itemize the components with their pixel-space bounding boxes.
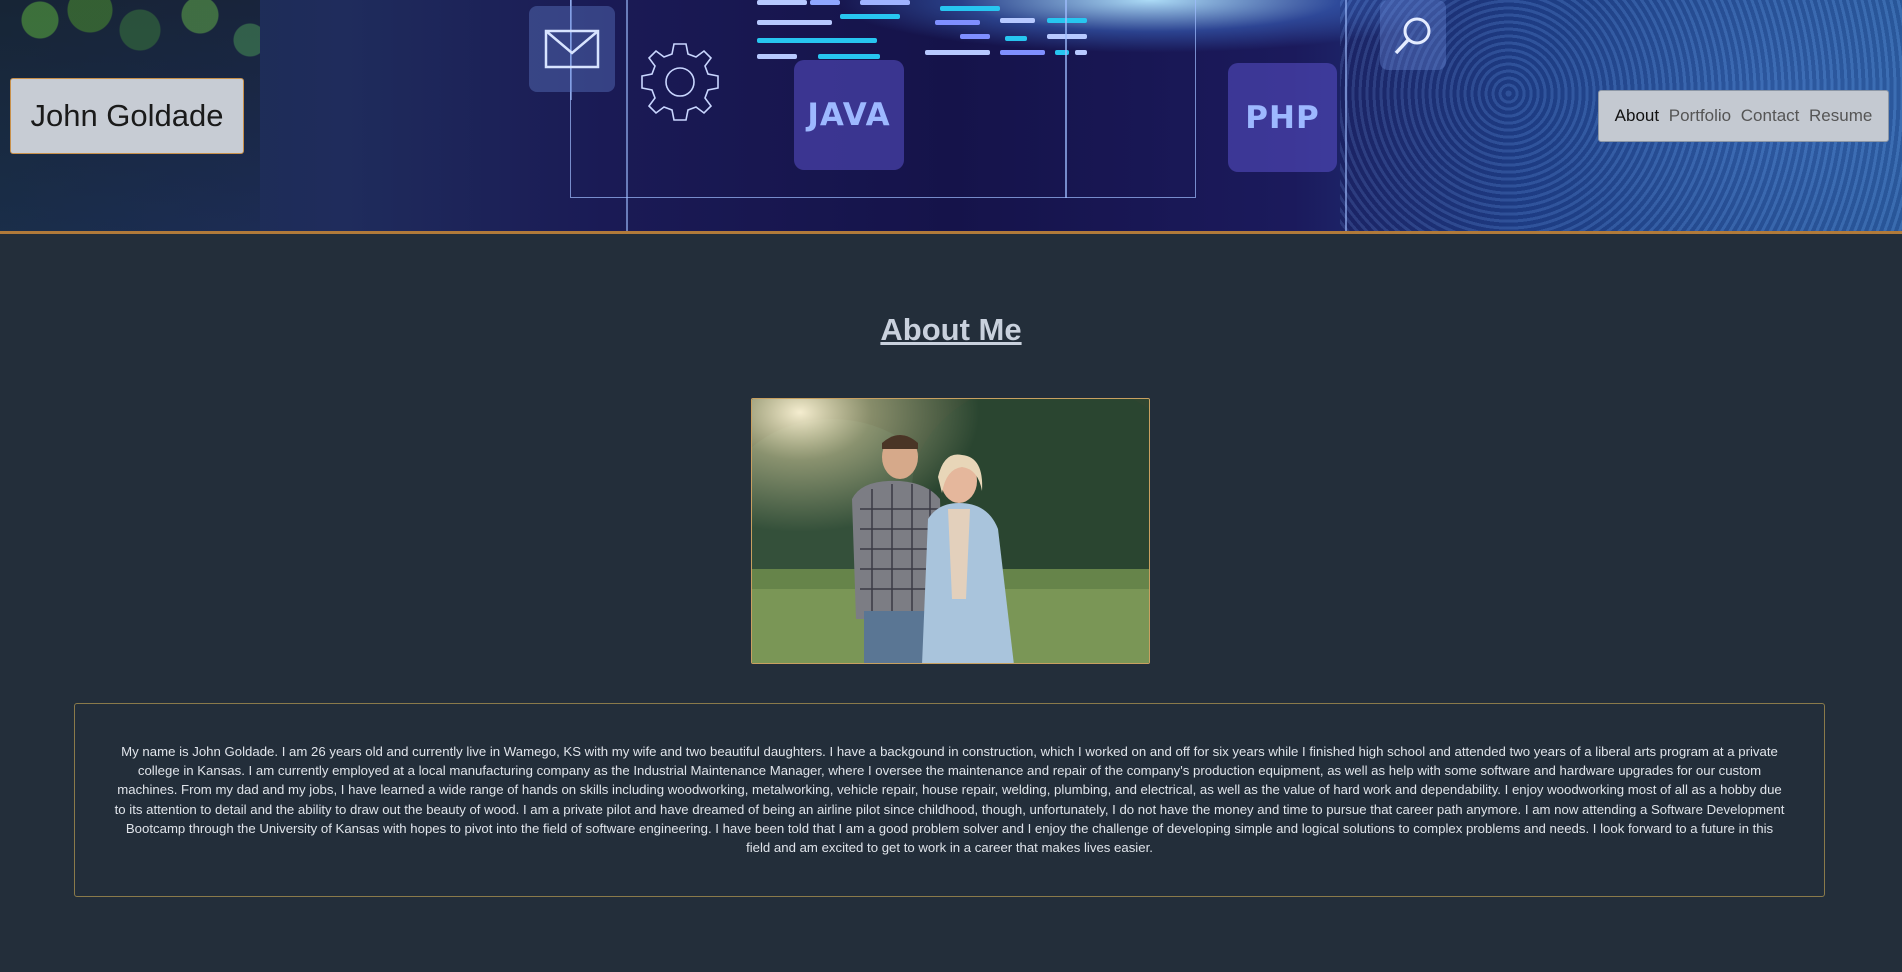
header-banner: JAVA PHP John Goldade About Portfolio Co… — [0, 0, 1902, 234]
nav-link-resume[interactable]: Resume — [1809, 106, 1872, 126]
about-bio-text: My name is John Goldade. I am 26 years o… — [114, 744, 1785, 856]
brand-title[interactable]: John Goldade — [10, 78, 244, 154]
nav-link-portfolio[interactable]: Portfolio — [1669, 106, 1731, 126]
banner-connector-line — [1345, 0, 1347, 231]
magnifier-icon — [1380, 0, 1446, 70]
java-tile: JAVA — [794, 60, 904, 170]
gear-icon — [636, 38, 724, 126]
profile-photo — [751, 398, 1150, 664]
about-bio-card: My name is John Goldade. I am 26 years o… — [74, 703, 1825, 897]
php-tile: PHP — [1228, 63, 1337, 172]
nav-link-about[interactable]: About — [1615, 106, 1659, 126]
envelope-icon — [529, 6, 615, 92]
banner-screen-divider — [1065, 0, 1067, 198]
main-nav: About Portfolio Contact Resume — [1598, 90, 1889, 142]
page-title: About Me — [880, 312, 1022, 347]
nav-link-contact[interactable]: Contact — [1741, 106, 1800, 126]
banner-connector-line — [626, 0, 628, 231]
